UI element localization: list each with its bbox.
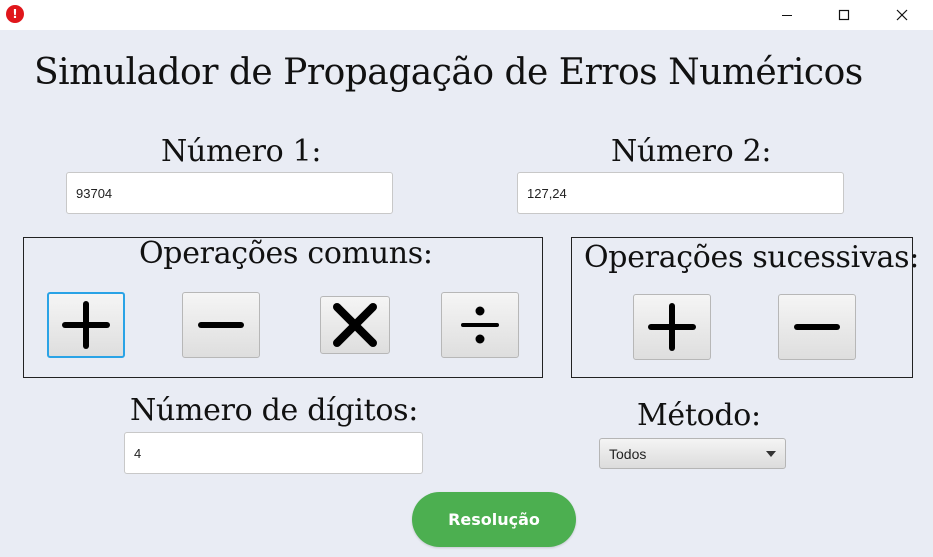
page-title: Simulador de Propagação de Erros Numéric… [34,52,863,93]
maximize-icon [838,9,850,21]
minimize-icon [782,15,792,16]
common-multiply-button[interactable] [320,296,390,354]
close-icon [896,9,908,21]
times-icon [333,303,377,347]
app-window: ! Simulador de Propagação de Erros Numér… [0,0,933,557]
number1-input[interactable] [66,172,393,214]
plus-icon [648,303,696,351]
minimize-button[interactable] [758,0,816,30]
number1-label: Número 1: [161,134,322,169]
successive-subtract-button[interactable] [778,294,856,360]
common-divide-button[interactable] [441,292,519,358]
method-label: Método: [637,398,761,433]
minus-icon [198,322,244,328]
number2-input[interactable] [517,172,844,214]
plus-icon [62,301,110,349]
divide-icon [461,306,499,344]
title-bar: ! [0,0,933,30]
error-app-icon: ! [6,5,24,23]
successive-operations-label: Operações sucessivas: [584,240,920,275]
resolve-button[interactable]: Resolução [412,492,576,547]
common-operations-label: Operações comuns: [139,236,433,271]
digits-input[interactable] [124,432,423,474]
minus-icon [794,324,840,330]
close-button[interactable] [873,0,931,30]
number2-label: Número 2: [611,134,772,169]
method-selected-value: Todos [609,446,647,462]
maximize-button[interactable] [815,0,873,30]
digits-label: Número de dígitos: [130,393,419,428]
chevron-down-icon [766,451,776,457]
common-add-button[interactable] [47,292,125,358]
common-subtract-button[interactable] [182,292,260,358]
successive-add-button[interactable] [633,294,711,360]
method-select[interactable]: Todos [599,438,786,469]
